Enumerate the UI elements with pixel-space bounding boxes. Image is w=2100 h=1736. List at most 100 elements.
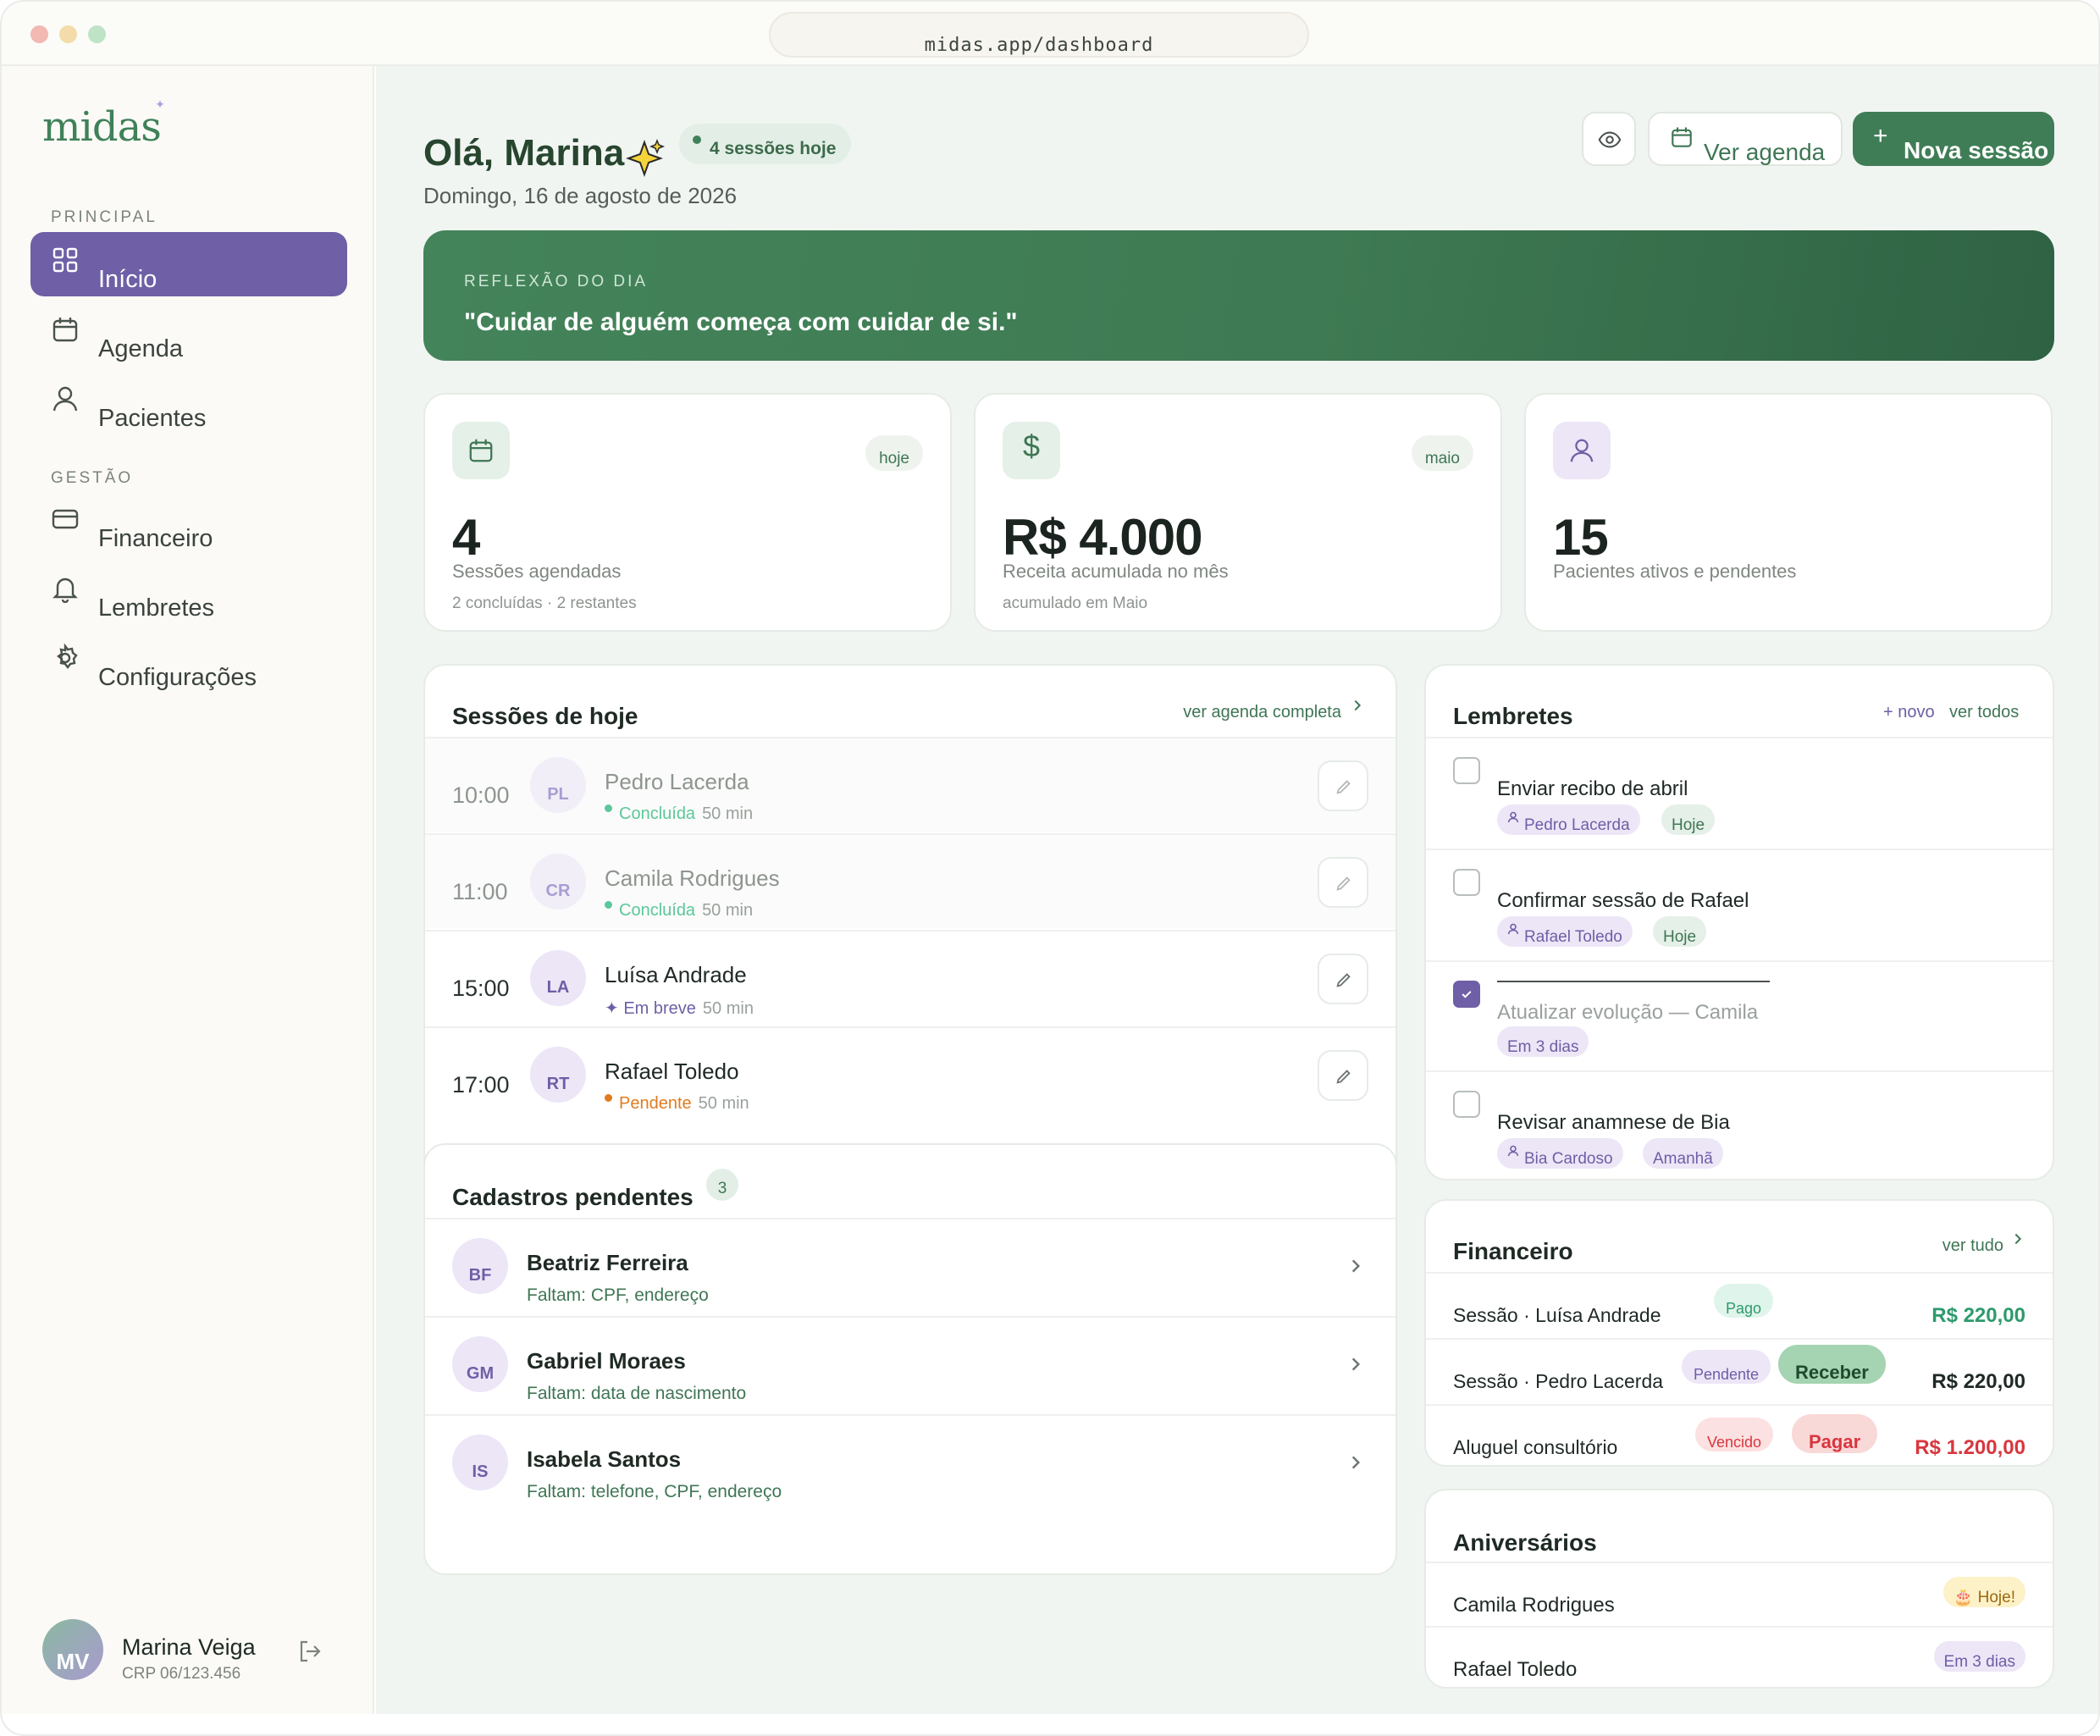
status-text: Pendente bbox=[619, 1094, 692, 1113]
calendar-icon bbox=[469, 439, 493, 462]
reminder-text: Confirmar sessão de Rafael bbox=[1497, 889, 1749, 912]
user-icon bbox=[52, 386, 78, 412]
session-time: 10:00 bbox=[452, 782, 510, 808]
pending-row[interactable]: GM Gabriel Moraes Faltam: data de nascim… bbox=[425, 1316, 1395, 1413]
reminder-checkbox[interactable] bbox=[1453, 869, 1480, 896]
finance-all-link[interactable]: ver tudo bbox=[1942, 1236, 2003, 1256]
user-icon bbox=[1507, 923, 1519, 935]
reminders-title: Lembretes bbox=[1453, 703, 1573, 729]
stat-label: Sessões agendadas bbox=[452, 561, 622, 582]
gear-icon bbox=[57, 644, 78, 669]
pending-registrations-card: Cadastros pendentes 3 BF Beatriz Ferreir… bbox=[423, 1143, 1397, 1575]
pending-row[interactable]: IS Isabela Santos Faltam: telefone, CPF,… bbox=[425, 1414, 1395, 1511]
finance-amount: R$ 220,00 bbox=[1931, 1370, 2025, 1393]
session-row[interactable]: 10:00 PL Pedro Lacerda Concluída 50 min bbox=[425, 737, 1395, 832]
all-reminders-link[interactable]: ver todos bbox=[1949, 703, 2019, 722]
sidebar-item-financeiro[interactable]: Financeiro bbox=[30, 491, 347, 556]
sidebar-item-pacientes[interactable]: Pacientes bbox=[30, 371, 347, 435]
edit-session-button[interactable] bbox=[1318, 760, 1368, 811]
new-session-label: Nova sessão bbox=[1904, 137, 2049, 163]
reflection-label: REFLEXÃO DO DIA bbox=[464, 273, 649, 290]
pending-missing: Faltam: CPF, endereço bbox=[527, 1285, 709, 1305]
stat-card-sessions[interactable]: hoje 4 Sessões agendadas 2 concluídas · … bbox=[423, 393, 952, 632]
session-status: Pendente 50 min bbox=[605, 1094, 749, 1114]
reminder-row[interactable]: Confirmar sessão de Rafael Rafael Toledo… bbox=[1426, 849, 2053, 960]
status-badge: Pago bbox=[1714, 1284, 1774, 1318]
stat-period-tag: maio bbox=[1411, 435, 1473, 471]
new-reminder-link[interactable]: + novo bbox=[1883, 703, 1935, 722]
birthday-row[interactable]: Rafael Toledo Em 3 dias bbox=[1426, 1626, 2053, 1687]
stat-icon-box: $ bbox=[1003, 422, 1060, 479]
session-row[interactable]: 17:00 RT Rafael Toledo Pendente 50 min bbox=[425, 1026, 1395, 1121]
session-row[interactable]: 11:00 CR Camila Rodrigues Concluída 50 mi… bbox=[425, 833, 1395, 928]
chevron-right-icon bbox=[2014, 1233, 2022, 1245]
edit-session-button[interactable] bbox=[1318, 857, 1368, 908]
pending-title: Cadastros pendentes bbox=[452, 1184, 694, 1210]
pay-button[interactable]: Pagar bbox=[1792, 1414, 1878, 1453]
finance-description: Sessão · Pedro Lacerda bbox=[1453, 1370, 1664, 1392]
pending-patient-name: Beatriz Ferreira bbox=[527, 1250, 688, 1275]
user-profile[interactable]: MV Marina Veiga CRP 06/123.456 bbox=[42, 1619, 364, 1687]
reminder-when-chip: Hoje bbox=[1661, 804, 1716, 835]
reminder-row[interactable]: Revisar anamnese de Bia Bia Cardoso Aman… bbox=[1426, 1070, 2053, 1179]
stat-label: Pacientes ativos e pendentes bbox=[1553, 561, 1797, 582]
stat-card-revenue[interactable]: $ maio R$ 4.000 Receita acumulada no mês… bbox=[974, 393, 1502, 632]
sidebar-item-label: Início bbox=[98, 266, 158, 293]
reminder-text: Revisar anamnese de Bia bbox=[1497, 1111, 1730, 1134]
privacy-toggle-button[interactable] bbox=[1582, 112, 1636, 166]
stat-value: 15 bbox=[1553, 509, 1609, 566]
sidebar-item-configuracoes[interactable]: Configurações bbox=[30, 630, 347, 694]
sidebar-item-lembretes[interactable]: Lembretes bbox=[30, 561, 347, 625]
sidebar-item-inicio[interactable]: Início bbox=[30, 232, 347, 296]
reminder-when-chip: Hoje bbox=[1653, 916, 1707, 947]
sidebar-item-agenda[interactable]: Agenda bbox=[30, 301, 347, 366]
edit-session-button[interactable] bbox=[1318, 1050, 1368, 1101]
finance-amount: R$ 220,00 bbox=[1931, 1304, 2025, 1327]
status-text: Concluída bbox=[619, 901, 696, 920]
sessions-today-card: Sessões de hoje ver agenda completa 10:0… bbox=[423, 664, 1397, 1187]
session-row[interactable]: 15:00 LA Luísa Andrade ✦ Em breve 50 min bbox=[425, 930, 1395, 1025]
birthdays-title: Aniversários bbox=[1453, 1529, 1597, 1556]
reminder-checkbox[interactable] bbox=[1453, 757, 1480, 784]
chevron-right-icon bbox=[1351, 1357, 1361, 1371]
birthday-row[interactable]: Camila Rodrigues 🎂 Hoje! bbox=[1426, 1562, 2053, 1626]
session-time: 17:00 bbox=[452, 1072, 510, 1097]
session-time: 11:00 bbox=[452, 879, 508, 904]
finance-row[interactable]: Sessão · Luísa Andrade Pago R$ 220,00 bbox=[1426, 1272, 2053, 1338]
logout-icon[interactable] bbox=[296, 1638, 323, 1665]
view-agenda-button[interactable]: Ver agenda bbox=[1648, 112, 1843, 166]
stat-icon-box bbox=[452, 422, 510, 479]
reminder-row[interactable]: Enviar recibo de abril Pedro Lacerda Hoj… bbox=[1426, 737, 2053, 849]
session-duration: 50 min bbox=[702, 804, 754, 823]
session-patient: Pedro Lacerda bbox=[605, 769, 749, 794]
reminder-patient-chip: Rafael Toledo bbox=[1497, 916, 1633, 947]
session-patient: Camila Rodrigues bbox=[605, 865, 780, 891]
avatar: IS bbox=[452, 1435, 508, 1490]
address-bar[interactable]: midas.app/dashboard bbox=[769, 12, 1309, 58]
user-icon bbox=[1507, 811, 1519, 823]
reminder-checkbox[interactable] bbox=[1453, 1091, 1480, 1118]
new-session-button[interactable]: + Nova sessão bbox=[1853, 112, 2054, 166]
session-status: ✦ Em breve 50 min bbox=[605, 998, 754, 1019]
stat-period-tag: hoje bbox=[865, 435, 923, 471]
reminder-checkbox[interactable] bbox=[1453, 981, 1480, 1008]
chevron-right-icon bbox=[1354, 699, 1362, 711]
status-text: Concluída bbox=[619, 804, 696, 823]
pending-row[interactable]: BF Beatriz Ferreira Faltam: CPF, endereç… bbox=[425, 1218, 1395, 1314]
finance-row[interactable]: Aluguel consultório Vencido Pagar R$ 1.2… bbox=[1426, 1404, 2053, 1465]
app-logo[interactable]: midas ✦ bbox=[42, 98, 165, 151]
pending-patient-name: Gabriel Moraes bbox=[527, 1348, 686, 1374]
finance-description: Aluguel consultório bbox=[1453, 1436, 1618, 1458]
full-agenda-link[interactable]: ver agenda completa bbox=[1183, 703, 1341, 722]
finance-row[interactable]: Sessão · Pedro Lacerda Pendente Receber … bbox=[1426, 1338, 2053, 1404]
chevron-right-icon bbox=[1351, 1456, 1361, 1469]
maximize-window-dot[interactable] bbox=[88, 25, 106, 43]
minimize-window-dot[interactable] bbox=[59, 25, 77, 43]
avatar: GM bbox=[452, 1336, 508, 1392]
stat-card-patients[interactable]: 15 Pacientes ativos e pendentes bbox=[1524, 393, 2053, 632]
receive-button[interactable]: Receber bbox=[1778, 1345, 1886, 1384]
close-window-dot[interactable] bbox=[30, 25, 48, 43]
edit-session-button[interactable] bbox=[1318, 954, 1368, 1004]
reminder-row[interactable]: Atualizar evolução — Camila Em 3 dias bbox=[1426, 960, 2053, 1070]
user-icon bbox=[1507, 1145, 1519, 1157]
